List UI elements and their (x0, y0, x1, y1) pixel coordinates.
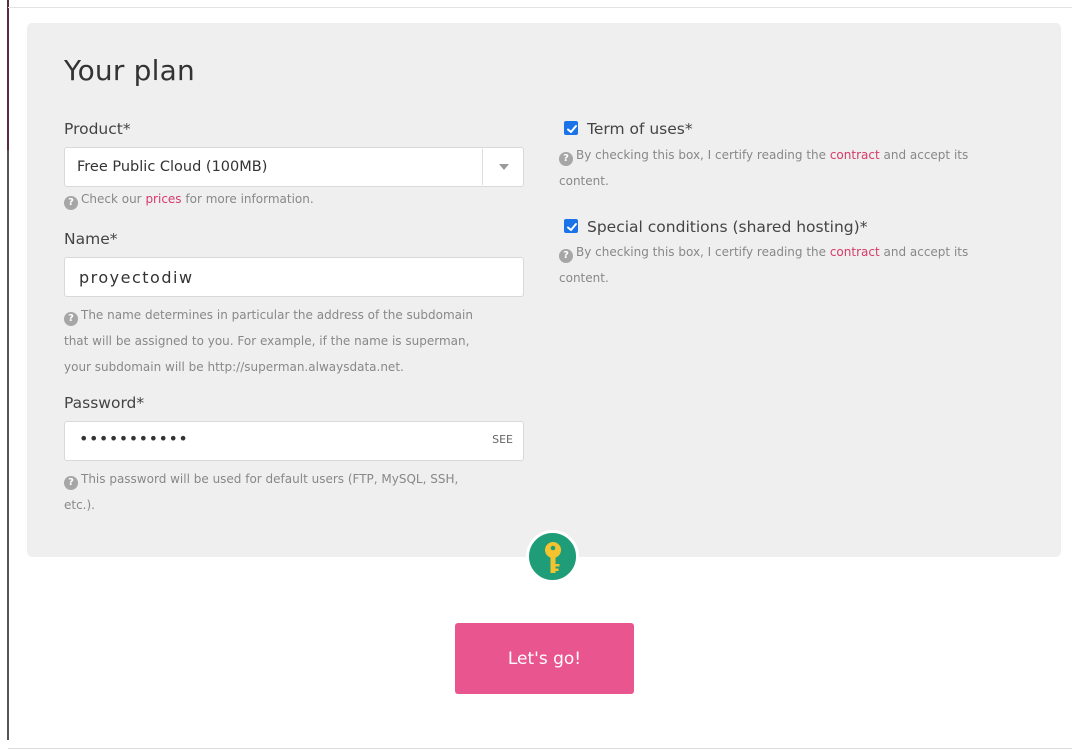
terms-label[interactable]: Term of uses* (587, 120, 693, 138)
password-input-value: ••••••••••• (79, 429, 189, 448)
checkmark-icon (567, 223, 577, 231)
select-divider (482, 149, 483, 185)
key-icon (545, 542, 561, 573)
product-label: Product* (64, 120, 131, 138)
special-help-line-1: ? By checking this box, I certify reading… (559, 239, 968, 265)
question-circle-icon: ? (559, 249, 573, 263)
product-help-prefix: Check our (81, 192, 146, 206)
name-label: Name* (64, 230, 118, 248)
terms-contract-link[interactable]: contract (830, 148, 880, 162)
special-conditions-label[interactable]: Special conditions (shared hosting)* (587, 218, 867, 236)
name-input[interactable]: proyectodiw (64, 257, 524, 297)
prices-link[interactable]: prices (145, 192, 181, 206)
question-circle-icon: ? (559, 152, 573, 166)
password-help-line-2: etc.). (64, 498, 95, 512)
top-border (8, 7, 1072, 8)
terms-help-suffix: and accept its (879, 148, 969, 162)
special-contract-link[interactable]: contract (830, 245, 880, 259)
name-help-text-1: The name determines in particular the ad… (81, 308, 473, 322)
page: Your plan Product* Free Public Cloud (10… (0, 0, 1072, 754)
password-help: ? This password will be used for default … (64, 466, 458, 518)
password-label: Password* (64, 394, 145, 412)
password-help-text-1: This password will be used for default u… (81, 472, 459, 486)
show-password-button[interactable]: SEE (492, 433, 513, 446)
plan-card: Your plan Product* Free Public Cloud (10… (27, 23, 1061, 557)
checkmark-icon (567, 125, 577, 133)
question-circle-icon: ? (64, 312, 78, 326)
special-help-prefix: By checking this box, I certify reading … (576, 245, 830, 259)
password-help-line-1: ? This password will be used for default … (64, 466, 458, 492)
product-selected-value: Free Public Cloud (100MB) (77, 159, 268, 175)
name-help-line-3: your subdomain will be http://superman.a… (64, 360, 404, 374)
password-input[interactable]: ••••••••••• SEE (64, 421, 524, 461)
product-help-suffix: for more information. (181, 192, 314, 206)
chevron-down-icon[interactable] (499, 164, 509, 170)
terms-help-line-1: ? By checking this box, I certify reading… (559, 142, 968, 168)
terms-help-line-2: content. (559, 174, 609, 188)
special-help-suffix: and accept its (879, 245, 969, 259)
submit-button[interactable]: Let's go! (455, 623, 634, 694)
question-circle-icon: ? (64, 476, 78, 490)
name-help-line-1: ? The name determines in particular the a… (64, 302, 473, 328)
name-input-value: proyectodiw (79, 268, 194, 287)
special-conditions-help: ? By checking this box, I certify reading… (559, 239, 968, 291)
question-circle-icon: ? (64, 196, 78, 210)
page-title: Your plan (64, 54, 195, 87)
special-conditions-checkbox[interactable] (564, 219, 578, 233)
product-select[interactable]: Free Public Cloud (100MB) (64, 147, 524, 187)
special-help-line-2: content. (559, 271, 609, 285)
key-badge (526, 530, 579, 583)
terms-help: ? By checking this box, I certify reading… (559, 142, 968, 194)
terms-help-prefix: By checking this box, I certify reading … (576, 148, 830, 162)
product-help: ? Check our prices for more information. (64, 186, 314, 212)
bottom-border (8, 748, 1072, 749)
name-help-line-2: that will be assigned to you. For exampl… (64, 334, 470, 348)
terms-checkbox[interactable] (564, 121, 578, 135)
left-border-accent (7, 0, 9, 150)
name-help: ? The name determines in particular the a… (64, 302, 473, 380)
